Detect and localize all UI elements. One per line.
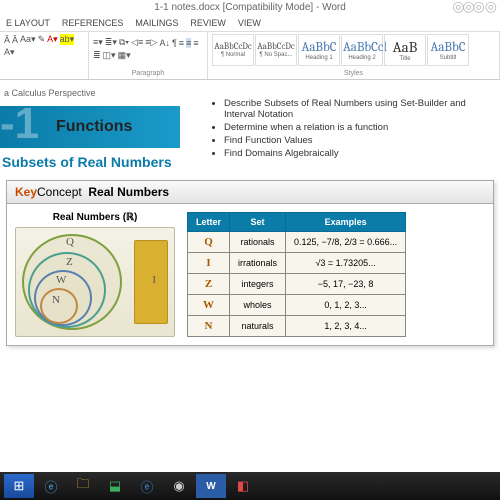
- title-bar: 1-1 notes.docx [Compatibility Mode] - Wo…: [0, 0, 500, 15]
- kc-key: Key: [15, 185, 37, 199]
- tab-review[interactable]: REVIEW: [184, 15, 232, 31]
- style-heading2[interactable]: AaBbCclHeading 2: [341, 34, 383, 66]
- taskbar: ⊞ ⓔ 🗀 ⬓ ⓔ ◉ W ◧: [0, 472, 500, 500]
- paragraph-group: ≡▾ ≣▾ ⧉▾ ◁≡ ≡▷ A↓ ¶ ≡ ≡ ≡ ≣ ◫▾ ▦▾ Paragr…: [89, 32, 208, 79]
- tb-store-icon[interactable]: ⬓: [100, 474, 130, 498]
- ribbon-tabs: E LAYOUT REFERENCES MAILINGS REVIEW VIEW: [0, 15, 500, 32]
- highlight-icon[interactable]: ab▾: [60, 34, 75, 45]
- effects-icon[interactable]: A▾: [4, 47, 15, 58]
- chapter-banner: -1 Functions: [0, 106, 180, 148]
- align-right-icon[interactable]: ≡: [193, 38, 198, 48]
- start-button[interactable]: ⊞: [4, 474, 34, 498]
- window-title: 1-1 notes.docx [Compatibility Mode] - Wo…: [154, 2, 346, 13]
- justify-icon[interactable]: ≣: [93, 50, 101, 61]
- banner-number: -1: [0, 102, 39, 146]
- borders-icon[interactable]: ▦▾: [118, 50, 131, 61]
- objective-item: Determine when a relation is a function: [224, 122, 490, 133]
- kc-title: Real Numbers: [88, 185, 169, 199]
- show-marks-icon[interactable]: ¶: [172, 38, 177, 48]
- align-center-icon[interactable]: ≡: [186, 38, 191, 48]
- tab-references[interactable]: REFERENCES: [56, 15, 130, 31]
- clear-format-icon[interactable]: ✎: [38, 34, 46, 45]
- objectives-list: Describe Subsets of Real Numbers using S…: [210, 96, 490, 161]
- tb-ie2-icon[interactable]: ⓔ: [132, 474, 162, 498]
- bullets-icon[interactable]: ≡▾: [93, 37, 103, 48]
- key-concept-box: KeyConcept Real Numbers Real Numbers (ℝ)…: [6, 180, 494, 346]
- font-color-icon[interactable]: A▾: [47, 34, 58, 45]
- decorative-circles: ◎◎◎ ◎: [452, 0, 495, 15]
- align-left-icon[interactable]: ≡: [179, 38, 184, 48]
- paragraph-label: Paragraph: [93, 70, 203, 77]
- tab-layout[interactable]: E LAYOUT: [0, 15, 56, 31]
- multilevel-icon[interactable]: ⧉▾: [119, 37, 129, 48]
- style-heading1[interactable]: AaBbCHeading 1: [298, 34, 340, 66]
- tb-app-icon[interactable]: ◧: [228, 474, 258, 498]
- tb-ie-icon[interactable]: ⓔ: [36, 474, 66, 498]
- style-subtitle[interactable]: AaBbCSubtitl: [427, 34, 469, 66]
- font-label: ‎: [4, 70, 84, 77]
- indent-right-icon[interactable]: ≡▷: [145, 37, 157, 48]
- change-case-icon[interactable]: Aa▾: [20, 34, 36, 45]
- kc-header: KeyConcept Real Numbers: [7, 181, 493, 204]
- banner-text: Functions: [56, 118, 132, 136]
- style-nospacing[interactable]: AaBbCcDc¶ No Spac...: [255, 34, 297, 66]
- tab-view[interactable]: VIEW: [232, 15, 267, 31]
- objective-item: Find Function Values: [224, 135, 490, 146]
- font-group: Â Ǎ Aa▾ ✎ A▾ ab▾ A▾ ‎: [0, 32, 89, 79]
- indent-left-icon[interactable]: ◁≡: [131, 37, 143, 48]
- kc-concept: Concept: [37, 185, 82, 199]
- numbering-icon[interactable]: ≣▾: [105, 37, 117, 48]
- shading-icon[interactable]: ◫▾: [103, 50, 116, 61]
- tb-chrome-icon[interactable]: ◉: [164, 474, 194, 498]
- styles-group: AaBbCcDc¶ Normal AaBbCcDc¶ No Spac... Aa…: [208, 32, 500, 79]
- style-normal[interactable]: AaBbCcDc¶ Normal: [212, 34, 254, 66]
- tb-word-icon[interactable]: W: [196, 474, 226, 498]
- venn-title: Real Numbers (ℝ): [15, 212, 175, 223]
- document-canvas[interactable]: a Calculus Perspective -1 Functions Desc…: [0, 80, 500, 460]
- ribbon: Â Ǎ Aa▾ ✎ A▾ ab▾ A▾ ‎ ≡▾ ≣▾ ⧉▾ ◁≡ ≡▷ A…: [0, 32, 500, 80]
- number-sets-table: LetterSetExamples Qrationals0.125, −7/8,…: [187, 212, 406, 337]
- sort-icon[interactable]: A↓: [159, 38, 170, 48]
- style-title[interactable]: AaBTitle: [384, 34, 426, 66]
- objective-item: Describe Subsets of Real Numbers using S…: [224, 98, 490, 120]
- objective-item: Find Domains Algebraically: [224, 148, 490, 159]
- styles-label: Styles: [212, 70, 495, 77]
- grow-font-icon[interactable]: Â: [4, 35, 10, 45]
- tab-mailings[interactable]: MAILINGS: [129, 15, 184, 31]
- venn-diagram: Real Numbers (ℝ) Q Z W N I: [15, 212, 175, 337]
- tb-explorer-icon[interactable]: 🗀: [68, 474, 98, 498]
- shrink-font-icon[interactable]: Ǎ: [12, 35, 18, 45]
